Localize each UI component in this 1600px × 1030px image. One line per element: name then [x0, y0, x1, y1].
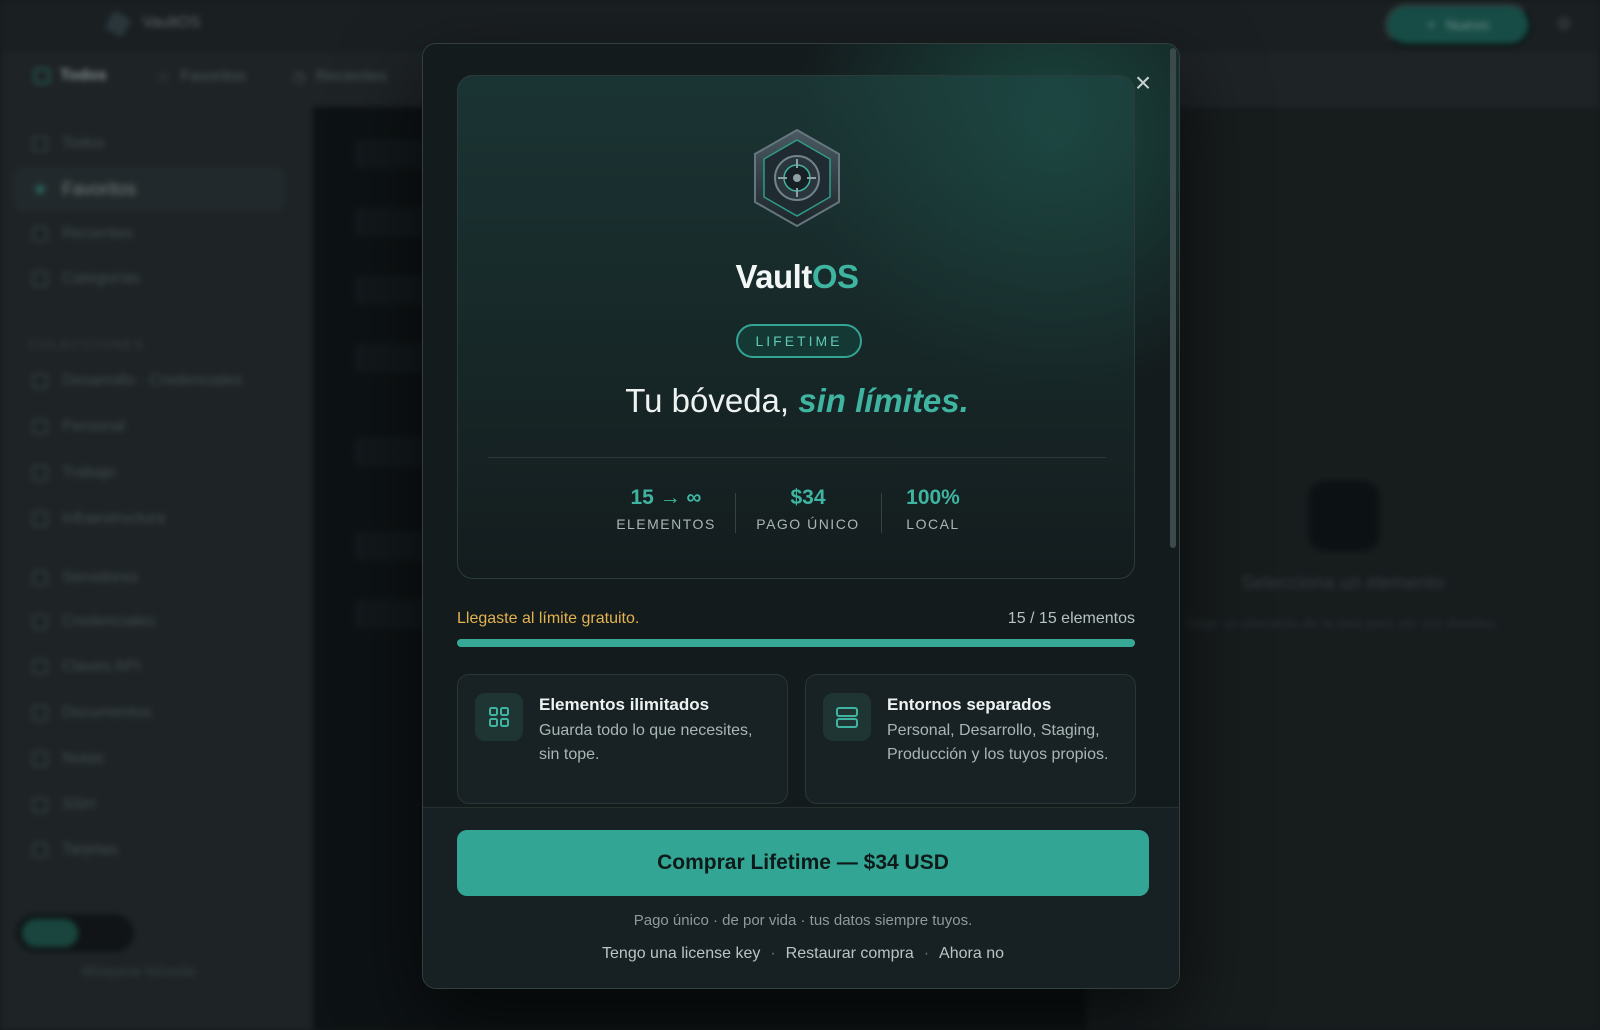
- link-separator: ·: [770, 945, 776, 962]
- upgrade-modal: VaultOS LIFETIME Tu bóveda, sin límites.…: [422, 43, 1180, 989]
- stat-divider: [735, 493, 736, 533]
- grid-icon: [475, 693, 523, 741]
- lifetime-badge: LIFETIME: [736, 324, 862, 358]
- server-icon: [823, 693, 871, 741]
- brand-title-accent: OS: [811, 258, 859, 295]
- hero-card: VaultOS LIFETIME Tu bóveda, sin límites.…: [457, 75, 1135, 579]
- headline: Tu bóveda, sin límites.: [458, 382, 1136, 420]
- feature-title: Entornos separados: [887, 695, 1052, 714]
- license-key-link[interactable]: Tengo una license key: [602, 945, 760, 962]
- stat-divider: [881, 493, 882, 533]
- headline-main: Tu bóveda,: [625, 382, 799, 419]
- hero-divider: [488, 457, 1106, 458]
- feature-card-unlimited: Elementos ilimitados Guarda todo lo que …: [457, 674, 788, 804]
- stat-label: PAGO ÚNICO: [756, 516, 860, 532]
- modal-scrollbar[interactable]: [1170, 48, 1176, 548]
- payment-note: Pago único · de por vida · tus datos sie…: [633, 912, 973, 929]
- close-button[interactable]: ×: [1128, 68, 1158, 98]
- secondary-links: Tengo una license key · Restaurar compra · A…: [423, 945, 1179, 963]
- modal-scroll-area[interactable]: VaultOS LIFETIME Tu bóveda, sin límites.…: [423, 44, 1179, 807]
- limit-count: 15 / 15 elementos: [1007, 610, 1135, 627]
- stat-elements: 15 → ∞ ELEMENTOS: [616, 486, 716, 532]
- stat-label: ELEMENTOS: [616, 516, 716, 532]
- usage-progress-fill: [457, 639, 1135, 647]
- restore-purchase-link[interactable]: Restaurar compra: [786, 945, 914, 962]
- not-now-link[interactable]: Ahora no: [939, 945, 1004, 962]
- stat-label: LOCAL: [906, 516, 960, 532]
- modal-footer: Comprar Lifetime — $34 USD Pago único · …: [423, 807, 1179, 988]
- close-icon: ×: [1134, 67, 1152, 98]
- vault-shield-icon: [754, 128, 840, 228]
- stat-price: $34 PAGO ÚNICO: [753, 486, 863, 532]
- feature-card-environments: Entornos separados Personal, Desarrollo,…: [805, 674, 1136, 804]
- stat-local: 100% LOCAL: [898, 486, 968, 532]
- feature-title: Elementos ilimitados: [539, 695, 710, 714]
- brand-title-main: Vault: [735, 258, 812, 295]
- limit-message: Llegaste al límite gratuito.: [457, 610, 640, 627]
- stat-value: $34: [790, 486, 826, 509]
- brand-title: VaultOS: [458, 258, 1136, 296]
- stat-value: 100%: [906, 486, 960, 509]
- buy-lifetime-button[interactable]: Comprar Lifetime — $34 USD: [457, 830, 1149, 896]
- stat-value: 15 → ∞: [630, 486, 702, 509]
- feature-description: Guarda todo lo que necesites, sin tope.: [539, 722, 753, 763]
- headline-accent: sin límites.: [798, 382, 969, 419]
- link-separator: ·: [923, 945, 930, 962]
- usage-progress-bar: [457, 639, 1135, 647]
- feature-description: Personal, Desarrollo, Staging, Producció…: [887, 722, 1109, 763]
